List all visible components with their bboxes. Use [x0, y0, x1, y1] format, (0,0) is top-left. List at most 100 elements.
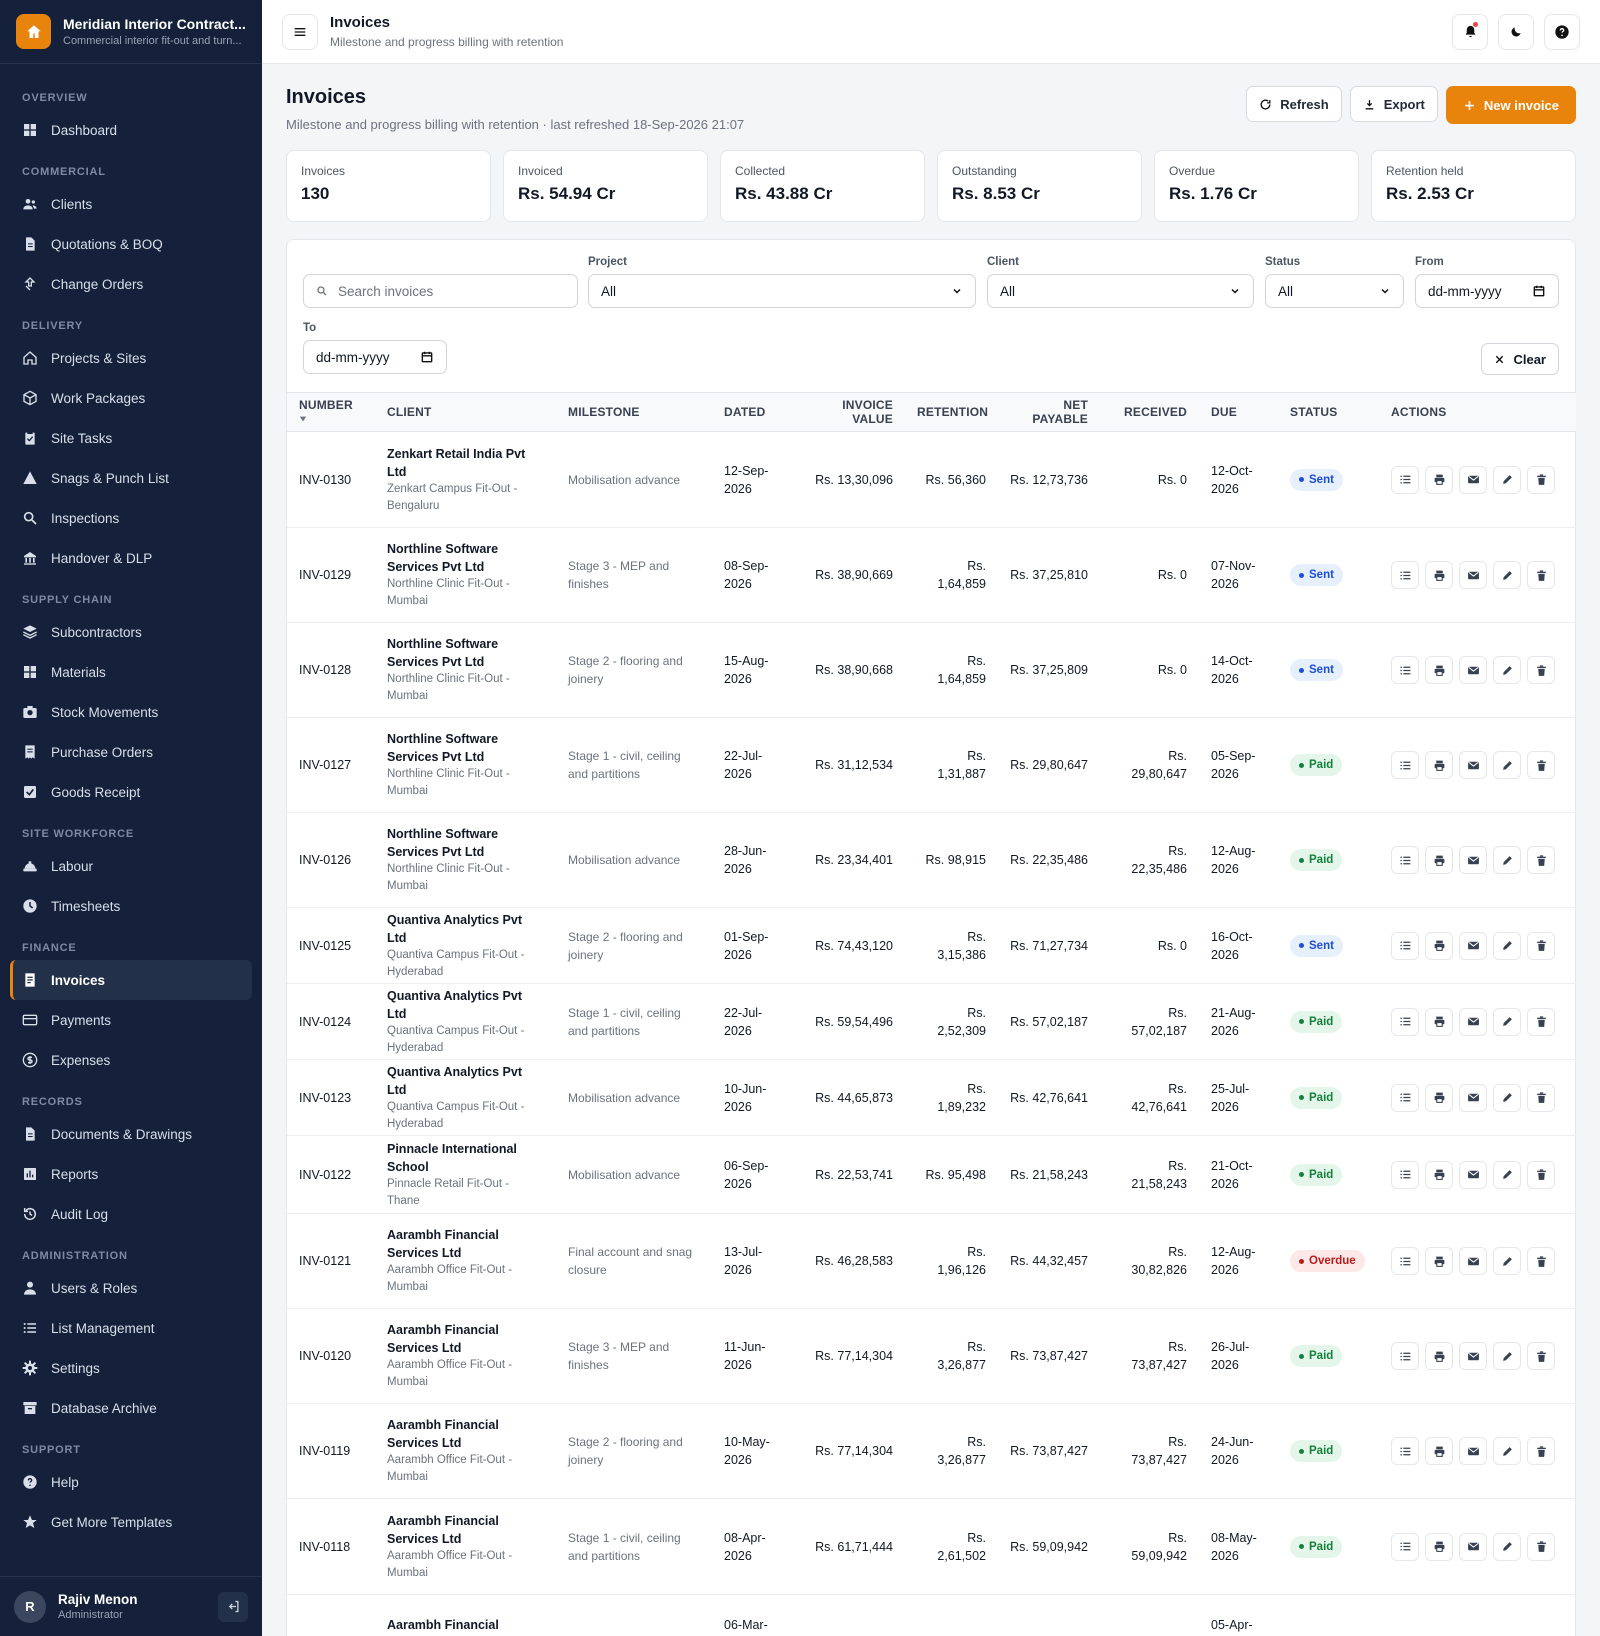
- view-button[interactable]: [1391, 1247, 1419, 1275]
- delete-button[interactable]: [1527, 656, 1555, 684]
- export-button[interactable]: Export: [1349, 86, 1438, 122]
- sidebar-item-help[interactable]: Help: [10, 1462, 252, 1502]
- project-select[interactable]: All: [588, 274, 976, 308]
- sidebar-item-goods-receipt[interactable]: Goods Receipt: [10, 772, 252, 812]
- invoice-number[interactable]: INV-0126: [287, 812, 375, 908]
- view-button[interactable]: [1391, 561, 1419, 589]
- sidebar-item-documents-drawings[interactable]: Documents & Drawings: [10, 1114, 252, 1154]
- client-name[interactable]: Aarambh Financial Services Ltd: [387, 1321, 544, 1357]
- invoice-number[interactable]: INV-0122: [287, 1135, 375, 1214]
- invoice-number[interactable]: INV-0124: [287, 983, 375, 1060]
- print-button[interactable]: [1425, 1160, 1453, 1189]
- email-button[interactable]: [1459, 751, 1487, 779]
- sidebar-item-users-roles[interactable]: Users & Roles: [10, 1268, 252, 1308]
- view-button[interactable]: [1391, 1007, 1419, 1036]
- print-button[interactable]: [1425, 846, 1453, 874]
- print-button[interactable]: [1425, 1342, 1453, 1370]
- client-name[interactable]: Northline Software Services Pvt Ltd: [387, 730, 544, 766]
- invoice-number[interactable]: INV-0130: [287, 431, 375, 528]
- email-button[interactable]: [1459, 1083, 1487, 1112]
- sidebar-item-stock-movements[interactable]: Stock Movements: [10, 692, 252, 732]
- table-row[interactable]: Aarambh Financial 06-Mar- 05-Apr-: [287, 1594, 1576, 1636]
- print-button[interactable]: [1425, 1083, 1453, 1112]
- print-button[interactable]: [1425, 751, 1453, 779]
- sidebar-item-audit-log[interactable]: Audit Log: [10, 1194, 252, 1234]
- sidebar-item-clients[interactable]: Clients: [10, 184, 252, 224]
- sidebar-item-list-management[interactable]: List Management: [10, 1308, 252, 1348]
- invoice-number[interactable]: INV-0118: [287, 1498, 375, 1595]
- sidebar-item-inspections[interactable]: Inspections: [10, 498, 252, 538]
- sidebar-item-subcontractors[interactable]: Subcontractors: [10, 612, 252, 652]
- edit-button[interactable]: [1493, 1342, 1521, 1370]
- view-button[interactable]: [1391, 1083, 1419, 1112]
- print-button[interactable]: [1425, 1007, 1453, 1036]
- view-button[interactable]: [1391, 656, 1419, 684]
- table-row[interactable]: INV-0123 Quantiva Analytics Pvt Ltd Quanti…: [287, 1059, 1576, 1136]
- edit-button[interactable]: [1493, 656, 1521, 684]
- view-button[interactable]: [1391, 1160, 1419, 1189]
- email-button[interactable]: [1459, 1342, 1487, 1370]
- sidebar-item-snags-punch-list[interactable]: Snags & Punch List: [10, 458, 252, 498]
- sidebar-item-projects-sites[interactable]: Projects & Sites: [10, 338, 252, 378]
- email-button[interactable]: [1459, 931, 1487, 960]
- calendar-icon[interactable]: [1532, 284, 1546, 298]
- from-date-input[interactable]: dd-mm-yyyy: [1415, 274, 1559, 308]
- sidebar-item-work-packages[interactable]: Work Packages: [10, 378, 252, 418]
- invoice-number[interactable]: [287, 1594, 375, 1636]
- sidebar-item-expenses[interactable]: Expenses: [10, 1040, 252, 1080]
- calendar-icon[interactable]: [420, 350, 434, 364]
- client-name[interactable]: Quantiva Analytics Pvt Ltd: [387, 987, 544, 1023]
- sidebar-item-payments[interactable]: Payments: [10, 1000, 252, 1040]
- table-row[interactable]: INV-0128 Northline Software Services Pvt …: [287, 622, 1576, 718]
- table-row[interactable]: INV-0126 Northline Software Services Pvt …: [287, 812, 1576, 908]
- edit-button[interactable]: [1493, 465, 1521, 494]
- edit-button[interactable]: [1493, 1007, 1521, 1036]
- email-button[interactable]: [1459, 1532, 1487, 1561]
- view-button[interactable]: [1391, 1437, 1419, 1465]
- invoice-number[interactable]: INV-0121: [287, 1213, 375, 1309]
- table-row[interactable]: INV-0122 Pinnacle International School Pin…: [287, 1135, 1576, 1214]
- sidebar-item-labour[interactable]: Labour: [10, 846, 252, 886]
- status-select[interactable]: All: [1265, 274, 1404, 308]
- delete-button[interactable]: [1527, 1437, 1555, 1465]
- email-button[interactable]: [1459, 656, 1487, 684]
- sidebar-item-purchase-orders[interactable]: Purchase Orders: [10, 732, 252, 772]
- table-row[interactable]: INV-0118 Aarambh Financial Services Ltd Aa…: [287, 1498, 1576, 1595]
- email-button[interactable]: [1459, 1160, 1487, 1189]
- email-button[interactable]: [1459, 1437, 1487, 1465]
- to-date-input[interactable]: dd-mm-yyyy: [303, 340, 447, 374]
- sidebar-item-reports[interactable]: Reports: [10, 1154, 252, 1194]
- view-button[interactable]: [1391, 465, 1419, 494]
- edit-button[interactable]: [1493, 1160, 1521, 1189]
- theme-button[interactable]: [1498, 13, 1534, 50]
- print-button[interactable]: [1425, 1437, 1453, 1465]
- view-button[interactable]: [1391, 1532, 1419, 1561]
- email-button[interactable]: [1459, 1247, 1487, 1275]
- invoice-number[interactable]: INV-0129: [287, 527, 375, 623]
- delete-button[interactable]: [1527, 751, 1555, 779]
- delete-button[interactable]: [1527, 465, 1555, 494]
- print-button[interactable]: [1425, 656, 1453, 684]
- view-button[interactable]: [1391, 846, 1419, 874]
- table-row[interactable]: INV-0119 Aarambh Financial Services Ltd Aa…: [287, 1403, 1576, 1499]
- table-row[interactable]: INV-0130 Zenkart Retail India Pvt Ltd Zenk…: [287, 431, 1576, 528]
- sidebar-item-materials[interactable]: Materials: [10, 652, 252, 692]
- sort-down-icon[interactable]: [299, 415, 307, 423]
- table-row[interactable]: INV-0124 Quantiva Analytics Pvt Ltd Quanti…: [287, 983, 1576, 1060]
- sidebar-item-quotations-boq[interactable]: Quotations & BOQ: [10, 224, 252, 264]
- refresh-button[interactable]: Refresh: [1246, 86, 1342, 122]
- edit-button[interactable]: [1493, 751, 1521, 779]
- email-button[interactable]: [1459, 465, 1487, 494]
- client-name[interactable]: Aarambh Financial Services Ltd: [387, 1416, 544, 1452]
- delete-button[interactable]: [1527, 561, 1555, 589]
- sidebar-item-invoices[interactable]: Invoices: [10, 960, 252, 1000]
- help-button[interactable]: [1544, 13, 1580, 50]
- client-select[interactable]: All: [987, 274, 1254, 308]
- email-button[interactable]: [1459, 561, 1487, 589]
- sidebar-item-change-orders[interactable]: Change Orders: [10, 264, 252, 304]
- column-header[interactable]: NUMBER: [287, 393, 375, 432]
- client-name[interactable]: Zenkart Retail India Pvt Ltd: [387, 445, 544, 481]
- delete-button[interactable]: [1527, 1083, 1555, 1112]
- sidebar-item-settings[interactable]: Settings: [10, 1348, 252, 1388]
- invoice-number[interactable]: INV-0123: [287, 1059, 375, 1136]
